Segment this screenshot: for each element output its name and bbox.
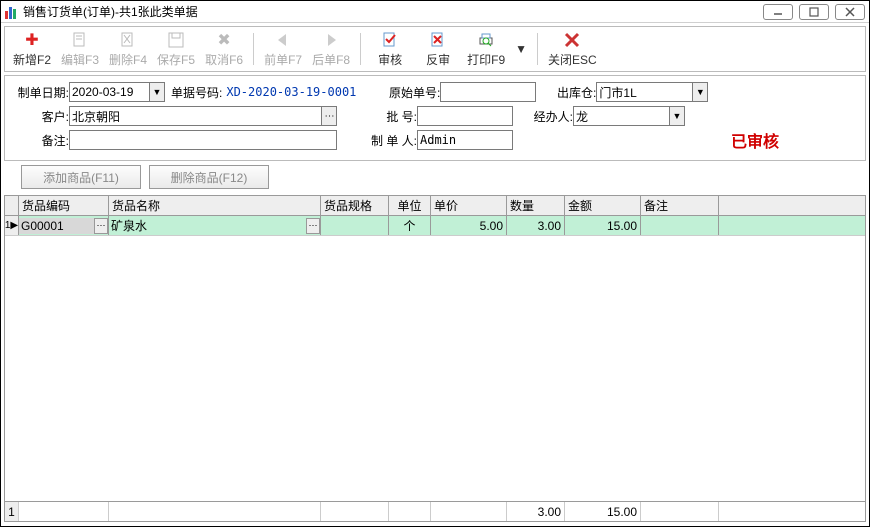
toolbar-separator xyxy=(253,33,254,65)
footer-amt: 15.00 xyxy=(565,502,641,521)
save-button[interactable]: 保存F5 xyxy=(153,29,199,69)
print-button[interactable]: 打印F9 xyxy=(463,29,509,69)
minimize-button[interactable] xyxy=(763,4,793,20)
chevron-down-icon[interactable]: ▼ xyxy=(669,106,685,126)
maker-input[interactable] xyxy=(417,130,513,150)
footer-qty: 3.00 xyxy=(507,502,565,521)
date-field[interactable]: ▼ xyxy=(69,82,165,102)
date-label: 制单日期: xyxy=(11,84,69,101)
status-badge: 已审核 xyxy=(731,128,779,152)
warehouse-input[interactable] xyxy=(596,82,692,102)
close-button[interactable] xyxy=(835,4,865,20)
chevron-down-icon[interactable]: ▼ xyxy=(149,82,165,102)
lookup-icon[interactable]: ⋯ xyxy=(94,218,108,234)
footer-indicator: 1 xyxy=(5,502,19,521)
batch-input[interactable] xyxy=(417,106,513,126)
handler-label: 经办人: xyxy=(527,108,573,125)
maximize-icon xyxy=(809,7,819,17)
remark-input[interactable] xyxy=(69,130,337,150)
remark-label: 备注: xyxy=(11,132,69,149)
unaudit-button[interactable]: 反审 xyxy=(415,29,461,69)
items-grid: 货品编码 货品名称 货品规格 单位 单价 数量 金额 备注 1▶ G00001 … xyxy=(4,195,866,522)
print-icon xyxy=(476,30,496,50)
unaudit-icon xyxy=(428,30,448,50)
close-icon xyxy=(845,7,855,17)
grid-footer: 1 3.00 15.00 xyxy=(5,501,865,521)
window-title: 销售订货单(订单)-共1张此类单据 xyxy=(23,3,757,20)
edit-button[interactable]: 编辑F3 xyxy=(57,29,103,69)
chevron-down-icon: ▼ xyxy=(515,42,527,56)
edit-icon xyxy=(70,30,90,50)
docno-value: XD-2020-03-19-0001 xyxy=(222,85,360,99)
save-icon xyxy=(166,30,186,50)
maker-label: 制 单 人: xyxy=(361,132,417,149)
delete-icon xyxy=(118,30,138,50)
handler-input[interactable] xyxy=(573,106,669,126)
toolbar-separator xyxy=(537,33,538,65)
close-x-icon xyxy=(562,30,582,50)
window: 销售订货单(订单)-共1张此类单据 ✚ 新增F2 编辑F3 删除F4 xyxy=(0,0,870,527)
customer-input[interactable] xyxy=(69,106,321,126)
close-esc-button[interactable]: 关闭ESC xyxy=(544,29,601,69)
customer-field[interactable]: ⋯ xyxy=(69,106,337,126)
chevron-down-icon[interactable]: ▼ xyxy=(692,82,708,102)
next-button[interactable]: 后单F8 xyxy=(308,29,354,69)
maximize-button[interactable] xyxy=(799,4,829,20)
warehouse-label: 出库仓: xyxy=(550,84,596,101)
customer-label: 客户: xyxy=(11,108,69,125)
item-button-row: 添加商品(F11) 删除商品(F12) xyxy=(1,165,869,195)
cell-note[interactable] xyxy=(641,216,719,235)
cell-qty[interactable]: 3.00 xyxy=(507,216,565,235)
delete-button[interactable]: 删除F4 xyxy=(105,29,151,69)
app-icon xyxy=(5,5,19,19)
grid-header-price[interactable]: 单价 xyxy=(431,196,507,215)
audit-button[interactable]: 审核 xyxy=(367,29,413,69)
grid-header-note[interactable]: 备注 xyxy=(641,196,719,215)
docno-label: 单据号码: xyxy=(171,84,222,101)
origno-label: 原始单号: xyxy=(384,84,440,101)
cell-code[interactable]: G00001 ⋯ xyxy=(19,216,109,235)
delete-item-button[interactable]: 删除商品(F12) xyxy=(149,165,269,189)
grid-header-code[interactable]: 货品编码 xyxy=(19,196,109,215)
lookup-icon[interactable]: ⋯ xyxy=(306,218,320,234)
handler-field[interactable]: ▼ xyxy=(573,106,685,126)
prev-button[interactable]: 前单F7 xyxy=(260,29,306,69)
minimize-icon xyxy=(772,8,784,16)
batch-label: 批 号: xyxy=(361,108,417,125)
grid-body: 1▶ G00001 ⋯ 矿泉水 ⋯ 个 5.00 3.00 1 xyxy=(5,216,865,501)
grid-header-unit[interactable]: 单位 xyxy=(389,196,431,215)
row-indicator: 1▶ xyxy=(5,216,19,235)
form-area: 制单日期: ▼ 单据号码: XD-2020-03-19-0001 原始单号: 出… xyxy=(4,75,866,161)
date-input[interactable] xyxy=(69,82,149,102)
grid-header-name[interactable]: 货品名称 xyxy=(109,196,321,215)
grid-row[interactable]: 1▶ G00001 ⋯ 矿泉水 ⋯ 个 5.00 3.00 1 xyxy=(5,216,865,236)
cell-price[interactable]: 5.00 xyxy=(431,216,507,235)
plus-icon: ✚ xyxy=(22,30,42,50)
add-item-button[interactable]: 添加商品(F11) xyxy=(21,165,141,189)
cell-unit[interactable]: 个 xyxy=(389,216,431,235)
origno-input[interactable] xyxy=(440,82,536,102)
grid-header-indicator xyxy=(5,196,19,215)
cancel-icon: ✖ xyxy=(214,30,234,50)
print-dropdown[interactable]: ▼ xyxy=(511,29,531,69)
cell-name[interactable]: 矿泉水 ⋯ xyxy=(109,216,321,235)
grid-header-spec[interactable]: 货品规格 xyxy=(321,196,389,215)
new-button[interactable]: ✚ 新增F2 xyxy=(9,29,55,69)
cell-amt[interactable]: 15.00 xyxy=(565,216,641,235)
audit-icon xyxy=(380,30,400,50)
titlebar: 销售订货单(订单)-共1张此类单据 xyxy=(1,1,869,23)
grid-header-amt[interactable]: 金额 xyxy=(565,196,641,215)
toolbar-separator xyxy=(360,33,361,65)
grid-header: 货品编码 货品名称 货品规格 单位 单价 数量 金额 备注 xyxy=(5,196,865,216)
arrow-left-icon xyxy=(273,30,293,50)
arrow-right-icon xyxy=(321,30,341,50)
cancel-button[interactable]: ✖ 取消F6 xyxy=(201,29,247,69)
warehouse-field[interactable]: ▼ xyxy=(596,82,708,102)
toolbar: ✚ 新增F2 编辑F3 删除F4 保存F5 ✖ 取消F6 xyxy=(4,26,866,72)
cell-spec[interactable] xyxy=(321,216,389,235)
grid-header-qty[interactable]: 数量 xyxy=(507,196,565,215)
lookup-icon[interactable]: ⋯ xyxy=(321,106,337,126)
